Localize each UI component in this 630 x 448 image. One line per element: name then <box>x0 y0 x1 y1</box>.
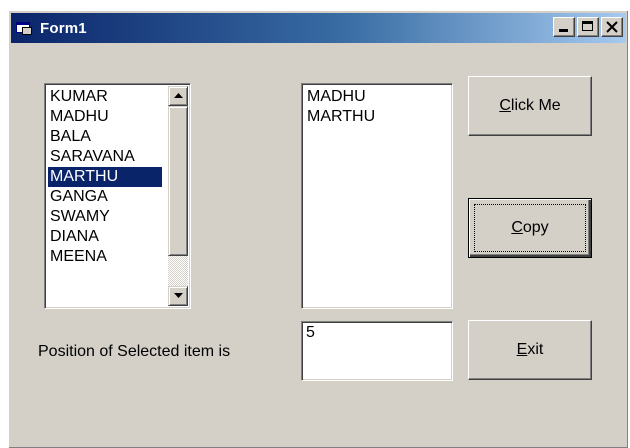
list-item[interactable]: BALA <box>48 127 162 147</box>
list-scrollbar[interactable] <box>168 86 188 306</box>
copied-listbox[interactable]: MADHU MARTHU <box>301 83 453 309</box>
position-textbox[interactable]: 5 <box>301 321 453 381</box>
scroll-thumb[interactable] <box>168 106 188 256</box>
list-item[interactable]: MARTHU <box>305 107 375 127</box>
list-item[interactable]: MADHU <box>48 107 162 127</box>
exit-button[interactable]: Exit <box>468 320 592 380</box>
close-icon <box>606 21 618 33</box>
copy-button[interactable]: Copy <box>468 198 592 258</box>
minimize-button[interactable] <box>553 17 575 37</box>
list-item[interactable]: SARAVANA <box>48 147 162 167</box>
exit-label: xit <box>527 341 544 358</box>
click-me-button[interactable]: Click Me <box>468 76 592 136</box>
close-button[interactable] <box>601 17 623 37</box>
scroll-down-button[interactable] <box>168 286 188 306</box>
title-bar[interactable]: Form1 <box>11 13 626 43</box>
names-list-items: KUMAR MADHU BALA SARAVANA MARTHU GANGA S… <box>48 87 162 267</box>
position-value: 5 <box>306 324 315 341</box>
form1-window: Form1 KUMAR MADHU BALA SARAVANA MARTHU G… <box>8 10 628 448</box>
list-item[interactable]: DIANA <box>48 227 162 247</box>
caption-buttons <box>551 17 623 37</box>
list-item[interactable]: MEENA <box>48 247 162 267</box>
copied-list-items: MADHU MARTHU <box>305 87 375 127</box>
position-label: Position of Selected item is <box>38 343 231 360</box>
click-me-label: lick Me <box>510 97 561 114</box>
arrow-up-icon <box>174 93 183 98</box>
copy-mnemonic: C <box>511 219 523 236</box>
exit-mnemonic: E <box>516 341 528 358</box>
click-me-mnemonic: C <box>499 97 511 114</box>
list-item-selected[interactable]: MARTHU <box>48 167 162 187</box>
list-item[interactable]: GANGA <box>48 187 162 207</box>
arrow-down-icon <box>174 293 183 298</box>
scroll-up-button[interactable] <box>168 86 188 106</box>
list-item[interactable]: KUMAR <box>48 87 162 107</box>
list-item[interactable]: SWAMY <box>48 207 162 227</box>
copy-label: opy <box>522 219 549 236</box>
list-item[interactable]: MADHU <box>305 87 375 107</box>
names-listbox[interactable]: KUMAR MADHU BALA SARAVANA MARTHU GANGA S… <box>44 83 191 309</box>
form-icon[interactable] <box>16 20 34 36</box>
maximize-button[interactable] <box>577 17 599 37</box>
window-title: Form1 <box>40 19 87 37</box>
